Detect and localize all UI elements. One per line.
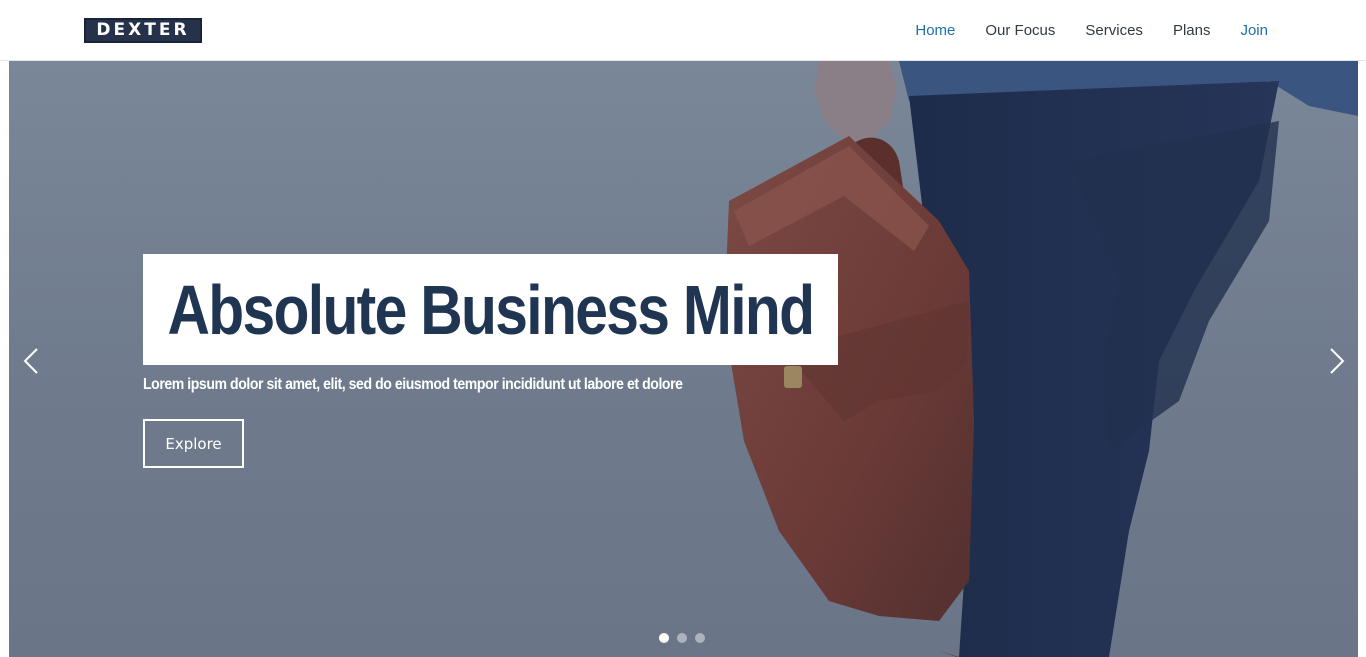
- carousel-indicators: [659, 633, 713, 643]
- nav-item-home[interactable]: Home: [915, 22, 955, 39]
- chevron-right-icon[interactable]: [1325, 346, 1349, 376]
- nav-item-join[interactable]: Join: [1240, 22, 1268, 39]
- nav-item-services[interactable]: Services: [1085, 22, 1143, 39]
- headline-box: Absolute Business Mind: [143, 254, 838, 365]
- dexter-logo[interactable]: DEXTER: [84, 18, 202, 43]
- logo-text: DEXTER: [96, 20, 190, 40]
- site-header: DEXTER Home Our Focus Services Plans Joi…: [0, 0, 1366, 61]
- carousel-dot-1[interactable]: [659, 633, 669, 643]
- carousel-dot-3[interactable]: [695, 633, 705, 643]
- nav-item-plans[interactable]: Plans: [1173, 22, 1211, 39]
- hero-subline: Lorem ipsum dolor sit amet, elit, sed do…: [143, 376, 683, 393]
- hero-headline: Absolute Business Mind: [167, 270, 816, 349]
- explore-button[interactable]: Explore: [143, 419, 244, 468]
- nav-item-our-focus[interactable]: Our Focus: [985, 22, 1055, 39]
- chevron-left-icon[interactable]: [19, 346, 43, 376]
- main-nav: Home Our Focus Services Plans Join: [885, 0, 1268, 61]
- carousel-dot-2[interactable]: [677, 633, 687, 643]
- hero-carousel: Absolute Business Mind Lorem ipsum dolor…: [9, 61, 1358, 657]
